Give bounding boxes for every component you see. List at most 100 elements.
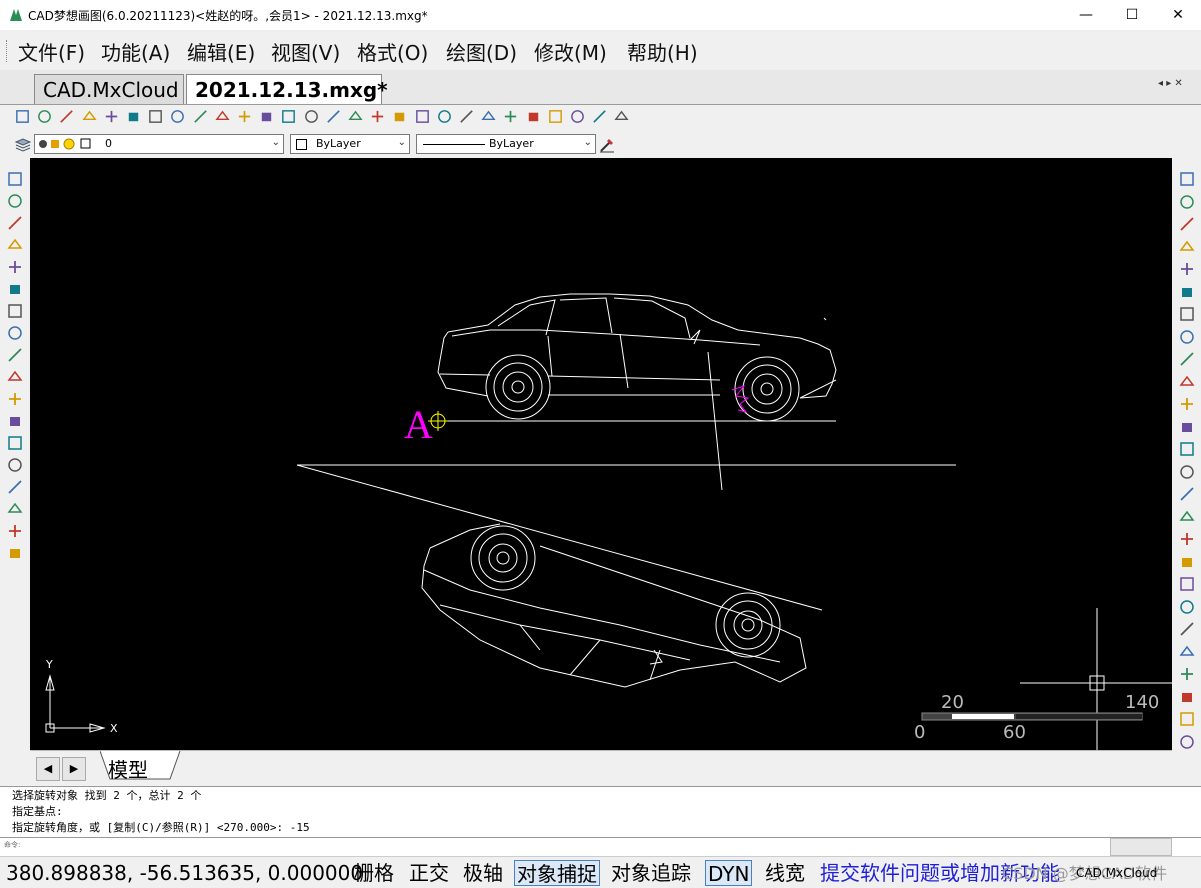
array-icon[interactable]: [1178, 305, 1196, 323]
toggle-otrack[interactable]: 对象追踪: [609, 860, 693, 886]
color-select[interactable]: ByLayer ⌄: [290, 134, 410, 154]
extend-icon[interactable]: [1178, 440, 1196, 458]
hatch-icon[interactable]: [6, 500, 24, 518]
pan-icon[interactable]: [169, 108, 186, 125]
point-icon[interactable]: [6, 412, 24, 430]
mtext-icon[interactable]: [6, 522, 24, 540]
match-properties-icon[interactable]: [598, 136, 616, 154]
command-scrollbar[interactable]: [1110, 838, 1172, 856]
menu-function[interactable]: 功能(A): [101, 37, 170, 66]
move-cross-icon[interactable]: [280, 108, 297, 125]
table-icon[interactable]: [6, 544, 24, 562]
tab-current-drawing[interactable]: 2021.12.13.mxg*: [186, 74, 388, 104]
stretch-icon[interactable]: [1178, 283, 1196, 301]
menu-file[interactable]: 文件(F): [18, 37, 85, 66]
send-back-icon[interactable]: [1178, 688, 1196, 706]
offset-icon[interactable]: [1178, 350, 1196, 368]
block-insert-icon[interactable]: [6, 434, 24, 452]
layer-select[interactable]: 0 ⌄: [34, 134, 284, 154]
erase-icon[interactable]: [1178, 170, 1196, 188]
zoom-extents-icon[interactable]: [214, 108, 231, 125]
copy-icon[interactable]: [1178, 193, 1196, 211]
ellipse-icon[interactable]: [6, 368, 24, 386]
arc-icon[interactable]: [6, 302, 24, 320]
polyline-icon[interactable]: [6, 214, 24, 232]
group-icon[interactable]: [1178, 733, 1196, 751]
measure-icon[interactable]: [192, 108, 209, 125]
dim-angular-icon[interactable]: [1178, 620, 1196, 638]
edit-icon[interactable]: [369, 108, 386, 125]
tab-nav-controls[interactable]: ◂ ▸ ✕: [1158, 78, 1183, 89]
line-icon[interactable]: [6, 170, 24, 188]
maximize-button[interactable]: ☐: [1109, 0, 1155, 30]
explode-icon[interactable]: [1178, 463, 1196, 481]
new-icon[interactable]: [14, 108, 31, 125]
toggle-polar[interactable]: 极轴: [461, 860, 505, 886]
menu-format[interactable]: 格式(O): [357, 37, 428, 66]
rotate-icon[interactable]: [1178, 238, 1196, 256]
grid-icon[interactable]: [414, 108, 431, 125]
draw-order-icon[interactable]: [1178, 710, 1196, 728]
save-as-icon[interactable]: [81, 108, 98, 125]
plot-icon[interactable]: [525, 108, 542, 125]
export-icon[interactable]: [613, 108, 630, 125]
fillet-icon[interactable]: [1178, 373, 1196, 391]
image-icon[interactable]: [391, 108, 408, 125]
zoom-realtime-icon[interactable]: [236, 108, 253, 125]
zoom-previous-icon[interactable]: [258, 108, 275, 125]
layers-stack-icon[interactable]: [347, 108, 364, 125]
pencil-icon[interactable]: [303, 108, 320, 125]
dim-aligned-icon[interactable]: [1178, 553, 1196, 571]
join-icon[interactable]: [1178, 508, 1196, 526]
break-icon[interactable]: [1178, 485, 1196, 503]
scale-icon[interactable]: [1178, 260, 1196, 278]
zoom-in-icon[interactable]: [125, 108, 142, 125]
menu-modify[interactable]: 修改(M): [534, 37, 607, 66]
brush-icon[interactable]: [436, 108, 453, 125]
polygon-icon[interactable]: [6, 236, 24, 254]
tab-cad-mxcloud[interactable]: CAD.MxCloud: [34, 74, 184, 104]
chamfer-icon[interactable]: [1178, 395, 1196, 413]
undo-icon[interactable]: [480, 108, 497, 125]
ellipse-arc-icon[interactable]: [6, 390, 24, 408]
trim-icon[interactable]: [1178, 418, 1196, 436]
minimize-button[interactable]: —: [1063, 0, 1109, 30]
dim-linear-icon[interactable]: [1178, 530, 1196, 548]
rectangle-outline-icon[interactable]: [6, 258, 24, 276]
pdf-icon[interactable]: [591, 108, 608, 125]
globe-settings-icon[interactable]: [569, 108, 586, 125]
dim-diameter-icon[interactable]: [1178, 598, 1196, 616]
construction-line-icon[interactable]: [6, 192, 24, 210]
toggle-grid[interactable]: 栅格: [352, 860, 396, 886]
close-button[interactable]: ✕: [1155, 0, 1201, 30]
save-icon[interactable]: [58, 108, 75, 125]
toggle-osnap[interactable]: 对象捕捉: [514, 860, 600, 886]
redo-icon[interactable]: [502, 108, 519, 125]
toggle-ortho[interactable]: 正交: [407, 860, 451, 886]
dim-continue-icon[interactable]: [1178, 643, 1196, 661]
menu-help[interactable]: 帮助(H): [627, 37, 698, 66]
toggle-lineweight[interactable]: 线宽: [763, 860, 807, 886]
dim-radius-icon[interactable]: [1178, 575, 1196, 593]
print-icon[interactable]: [458, 108, 475, 125]
menu-draw[interactable]: 绘图(D): [446, 37, 517, 66]
zoom-out-icon[interactable]: [147, 108, 164, 125]
layout-next-button[interactable]: ▶: [62, 757, 86, 781]
layers-icon[interactable]: [14, 136, 32, 154]
text-icon[interactable]: [6, 478, 24, 496]
linetype-select[interactable]: ByLayer ⌄: [416, 134, 596, 154]
color-picker-icon[interactable]: [325, 108, 342, 125]
circle-icon[interactable]: [6, 324, 24, 342]
drawing-canvas[interactable]: A Y X 20 140 0 60: [30, 158, 1172, 750]
block-create-icon[interactable]: [6, 456, 24, 474]
menu-edit[interactable]: 编辑(E): [187, 37, 255, 66]
bring-front-icon[interactable]: [1178, 665, 1196, 683]
menu-view[interactable]: 视图(V): [271, 37, 340, 66]
rectangle-icon[interactable]: [6, 280, 24, 298]
layout-prev-button[interactable]: ◀: [36, 757, 60, 781]
mirror-icon[interactable]: [1178, 328, 1196, 346]
spline-icon[interactable]: [6, 346, 24, 364]
open-icon[interactable]: [36, 108, 53, 125]
move-icon[interactable]: [1178, 215, 1196, 233]
command-input[interactable]: 命令:: [0, 838, 1201, 857]
